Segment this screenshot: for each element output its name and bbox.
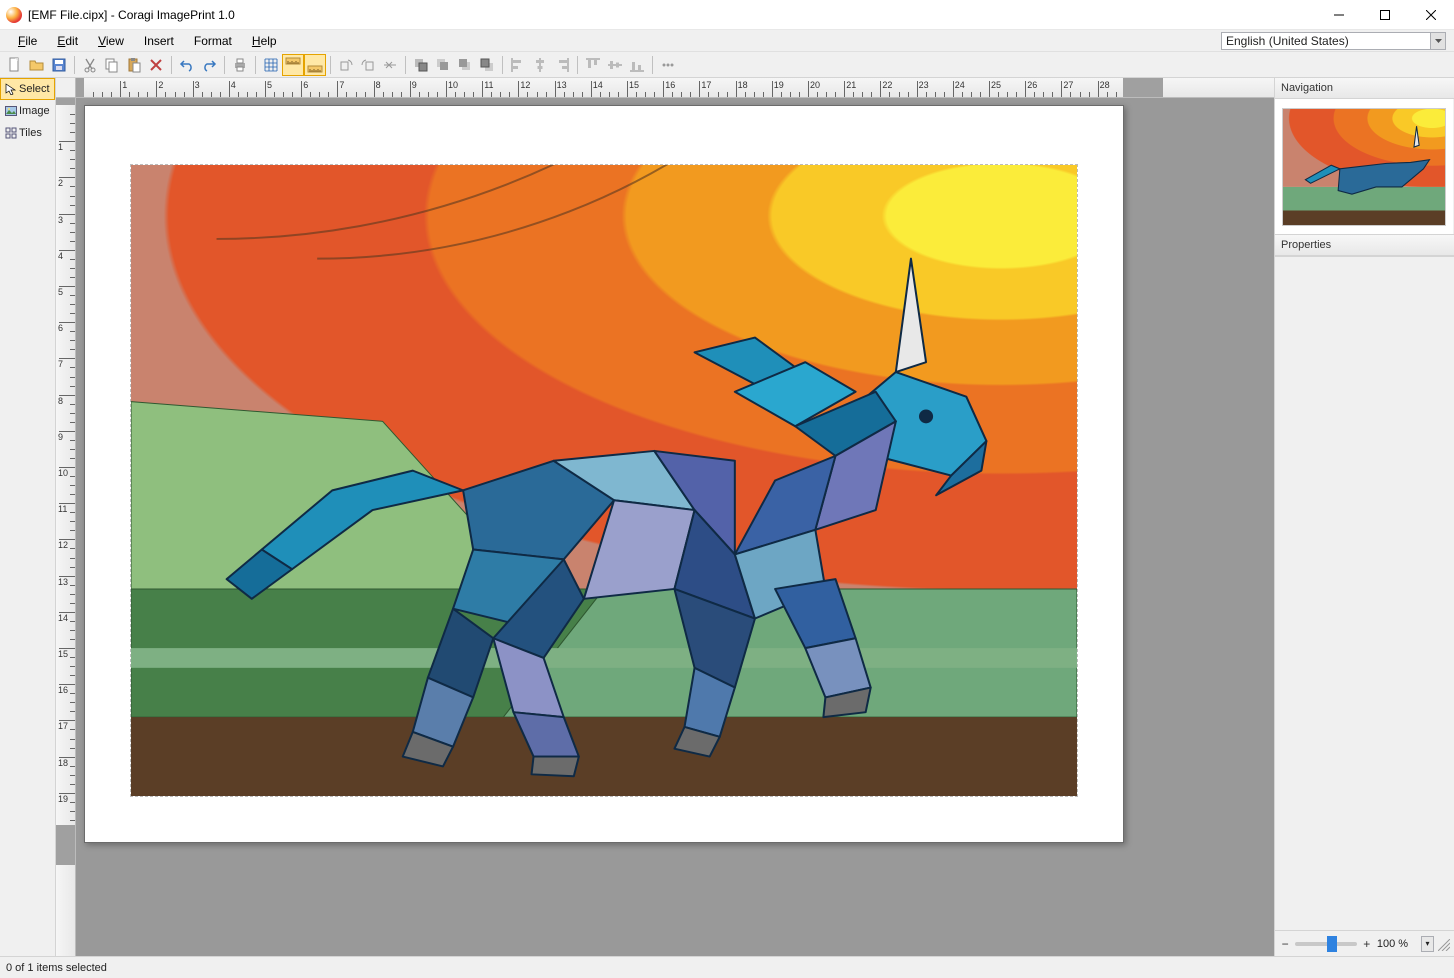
copy-button[interactable] [101, 54, 123, 76]
maximize-button[interactable] [1362, 0, 1408, 30]
snap-ruler-button[interactable] [282, 54, 304, 76]
artwork-image [131, 165, 1077, 796]
navigation-panel: Navigation [1275, 78, 1454, 235]
select-tool-tab[interactable]: Select [0, 78, 55, 100]
toolbar-sep [255, 56, 256, 74]
navigation-panel-header[interactable]: Navigation [1275, 78, 1454, 99]
navigation-label: Navigation [1281, 82, 1333, 94]
title-bar: [EMF File.cipx] - Coragi ImagePrint 1.0 [0, 0, 1454, 30]
status-text: 0 of 1 items selected [6, 962, 107, 974]
menu-file[interactable]: File [8, 30, 47, 52]
menu-insert[interactable]: Insert [134, 30, 184, 52]
selected-image[interactable] [130, 164, 1078, 797]
menu-edit[interactable]: Edit [47, 30, 88, 52]
navigation-thumbnail[interactable] [1275, 99, 1453, 234]
align-left-button[interactable] [507, 54, 529, 76]
menu-bar: File Edit View Insert Format Help Englis… [0, 30, 1454, 52]
align-center-h-button[interactable] [529, 54, 551, 76]
toolbar-sep [330, 56, 331, 74]
tiles-tool-tab[interactable]: Tiles [0, 122, 55, 144]
zoom-slider[interactable] [1295, 942, 1356, 946]
zoom-in-button[interactable]: + [1361, 937, 1373, 951]
zoom-out-button[interactable]: − [1279, 937, 1291, 951]
distribute-button[interactable] [657, 54, 679, 76]
properties-body [1275, 257, 1454, 930]
menu-help[interactable]: Help [242, 30, 287, 52]
print-button[interactable] [229, 54, 251, 76]
window-title: [EMF File.cipx] - Coragi ImagePrint 1.0 [28, 8, 235, 22]
align-top-button[interactable] [582, 54, 604, 76]
canvas-viewport[interactable] [76, 98, 1274, 956]
menu-format[interactable]: Format [184, 30, 242, 52]
zoom-bar: − + 100 % ▾ [1275, 930, 1454, 956]
status-bar: 0 of 1 items selected [0, 956, 1454, 978]
select-tool-label: Select [19, 83, 50, 95]
close-button[interactable] [1408, 0, 1454, 30]
snap-guide-button[interactable] [304, 54, 326, 76]
tiles-tool-label: Tiles [19, 127, 42, 139]
ruler-corner [56, 78, 76, 98]
language-dropdown-button[interactable] [1430, 32, 1446, 50]
tool-sidebar: Select Image Tiles [0, 78, 56, 956]
main-toolbar [0, 52, 1454, 78]
resize-grip[interactable] [1438, 937, 1450, 951]
align-right-button[interactable] [551, 54, 573, 76]
send-back-button[interactable] [476, 54, 498, 76]
crop-button[interactable] [379, 54, 401, 76]
language-select[interactable]: English (United States) [1221, 32, 1431, 50]
rotate-left-button[interactable] [335, 54, 357, 76]
undo-button[interactable] [176, 54, 198, 76]
filename-text: [EMF File.cipx] [28, 8, 107, 22]
toolbar-sep [224, 56, 225, 74]
open-button[interactable] [26, 54, 48, 76]
grid-button[interactable] [260, 54, 282, 76]
toolbar-sep [502, 56, 503, 74]
vertical-ruler[interactable]: 1234567891011121314151617181920 [56, 98, 76, 956]
zoom-dropdown-button[interactable]: ▾ [1421, 936, 1434, 952]
align-center-v-button[interactable] [604, 54, 626, 76]
paste-button[interactable] [123, 54, 145, 76]
new-file-button[interactable] [4, 54, 26, 76]
horizontal-ruler[interactable]: 1234567891011121314151617181920212223242… [76, 78, 1274, 98]
canvas-area: 1234567891011121314151617181920212223242… [56, 78, 1274, 956]
redo-button[interactable] [198, 54, 220, 76]
rotate-right-button[interactable] [357, 54, 379, 76]
properties-panel: Properties [1275, 235, 1454, 257]
cut-button[interactable] [79, 54, 101, 76]
align-bottom-button[interactable] [626, 54, 648, 76]
image-tool-label: Image [19, 105, 50, 117]
toolbar-sep [171, 56, 172, 74]
app-icon [6, 7, 22, 23]
bring-forward-button[interactable] [432, 54, 454, 76]
page[interactable] [84, 105, 1124, 843]
properties-label: Properties [1281, 239, 1331, 251]
right-panel: Navigation Properties [1274, 78, 1454, 956]
bring-front-button[interactable] [410, 54, 432, 76]
toolbar-sep [652, 56, 653, 74]
send-backward-button[interactable] [454, 54, 476, 76]
language-label: English (United States) [1226, 34, 1349, 48]
minimize-button[interactable] [1316, 0, 1362, 30]
toolbar-sep [577, 56, 578, 74]
toolbar-sep [74, 56, 75, 74]
delete-button[interactable] [145, 54, 167, 76]
save-button[interactable] [48, 54, 70, 76]
zoom-slider-thumb[interactable] [1327, 936, 1337, 952]
menu-view[interactable]: View [88, 30, 134, 52]
toolbar-sep [405, 56, 406, 74]
image-tool-tab[interactable]: Image [0, 100, 55, 122]
properties-panel-header[interactable]: Properties [1275, 235, 1454, 256]
app-name-text: Coragi ImagePrint 1.0 [118, 8, 235, 22]
zoom-label: 100 % [1377, 938, 1417, 950]
